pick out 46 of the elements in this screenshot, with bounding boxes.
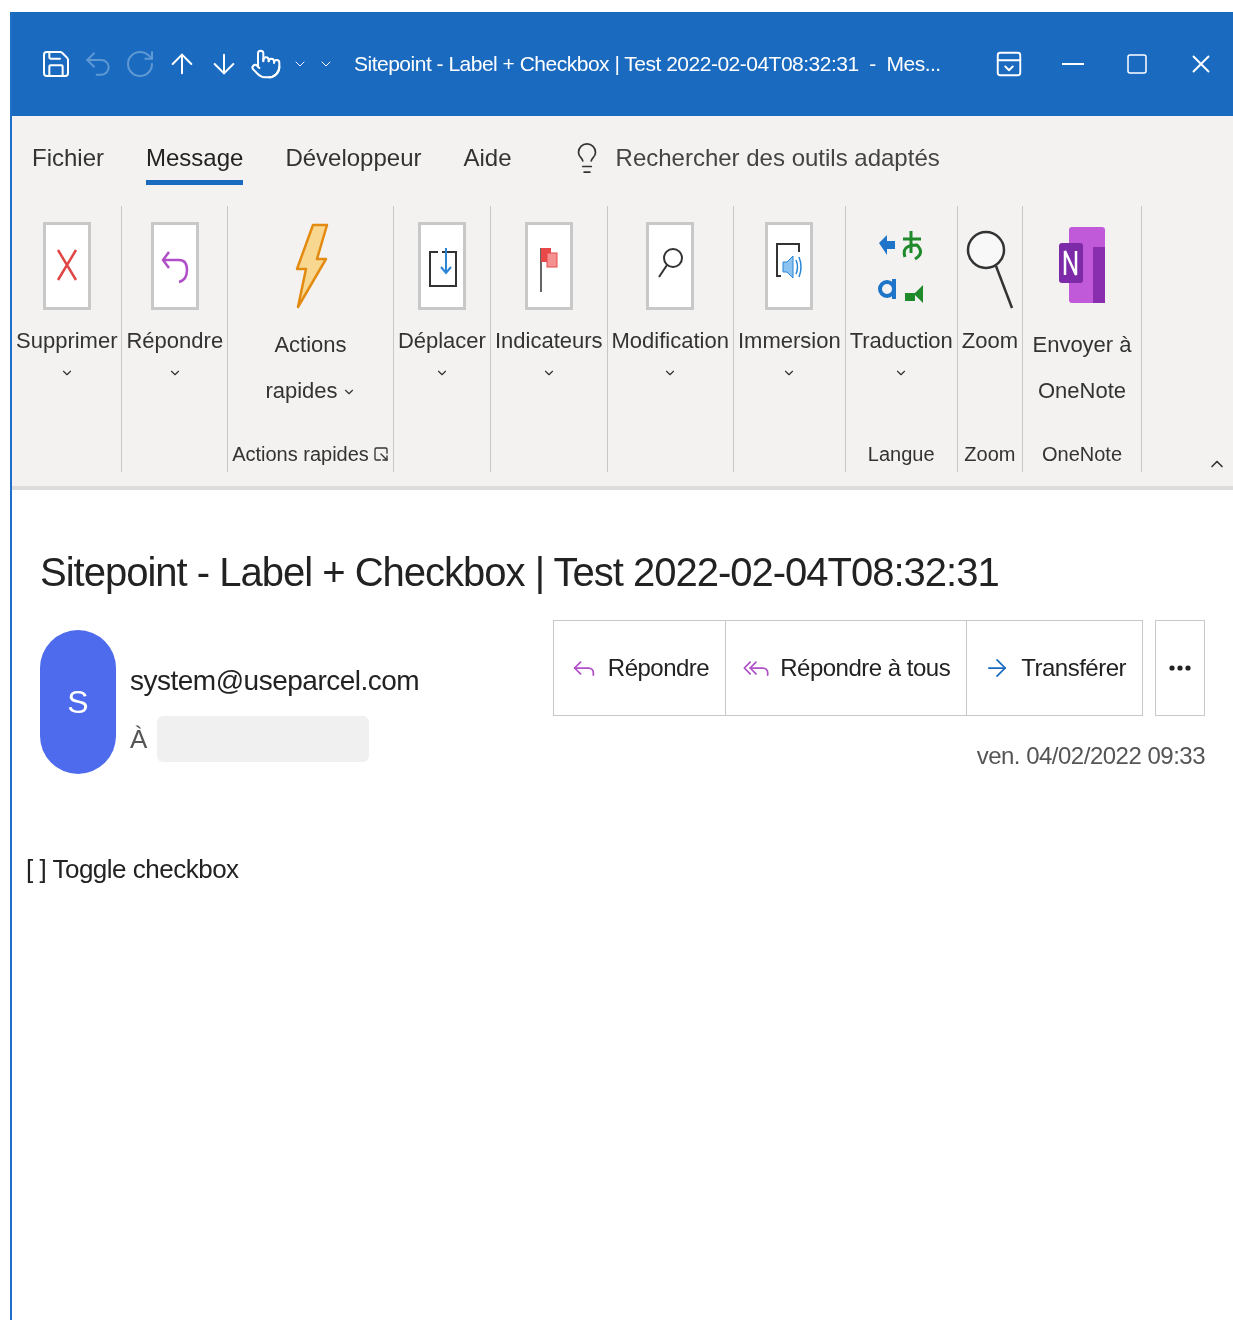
group-label: Zoom xyxy=(964,442,1016,467)
touch-icon xyxy=(250,48,282,80)
search-field[interactable]: Rechercher des outils adaptés xyxy=(615,140,996,176)
ribbon-button[interactable]: Indicateurs xyxy=(490,206,607,472)
group-label: Actions rapides xyxy=(232,442,369,467)
group-label: Langue xyxy=(867,442,935,467)
ribbon-button[interactable]: Actions rapides xyxy=(251,206,370,436)
window-title: Sitepoint - Label + Checkbox | Test 2022-02-04T08:32:31 - Mes... xyxy=(354,51,941,78)
minimize-icon xyxy=(1062,63,1084,65)
maximize-icon xyxy=(1125,52,1149,76)
ribbon-tab[interactable]: Développeur xyxy=(285,131,422,185)
message-action-button[interactable]: Répondre à tous xyxy=(726,621,968,715)
save-icon xyxy=(40,48,72,80)
ribbon-button[interactable]: Immersion xyxy=(733,206,845,472)
magnifier-icon xyxy=(646,222,695,310)
message-action-button[interactable]: Transférer xyxy=(967,621,1142,715)
ribbon-button[interactable]: Déplacer xyxy=(393,206,490,472)
ribbon-button[interactable]: Zoom xyxy=(957,206,1022,436)
ribbon-button[interactable]: Répondre xyxy=(122,206,228,472)
flag-icon xyxy=(524,222,573,310)
onenote-icon xyxy=(1059,227,1105,305)
ribbon-button[interactable]: Supprimer xyxy=(12,206,122,472)
redo-icon xyxy=(124,48,156,80)
message-body: [ ] Toggle checkbox xyxy=(26,853,240,886)
more-icon xyxy=(1169,665,1191,671)
sender-address[interactable]: system@useparcel.com xyxy=(130,660,420,702)
save-button[interactable] xyxy=(40,48,72,80)
touch-button[interactable] xyxy=(250,48,282,80)
message-subject: Sitepoint - Label + Checkbox | Test 2022-02-04T08:32:31 xyxy=(40,549,1000,596)
ribbon-tab[interactable]: Fichier xyxy=(32,131,104,185)
group-label: OneNote xyxy=(1041,442,1123,467)
message-action-button[interactable]: Répondre xyxy=(553,621,727,715)
ribbon-button[interactable]: Envoyer à OneNote xyxy=(1023,206,1141,436)
message-date: ven. 04/02/2022 09:33 xyxy=(976,741,1205,771)
reply-icon xyxy=(150,222,199,310)
ribbon-tab[interactable]: Aide xyxy=(463,131,512,185)
dialog-launcher-icon[interactable] xyxy=(372,446,389,462)
ribbon-button[interactable]: Traduction xyxy=(845,206,957,436)
move-icon xyxy=(417,222,466,310)
avatar: S xyxy=(40,630,116,774)
recipient-label: À xyxy=(130,722,148,756)
immersive-reader-icon xyxy=(765,222,814,310)
delete-icon xyxy=(42,222,91,310)
ribbon-tab[interactable]: Message xyxy=(146,131,244,185)
ribbon-button[interactable]: Modification xyxy=(607,206,733,472)
ribbon-options-icon xyxy=(994,49,1024,79)
